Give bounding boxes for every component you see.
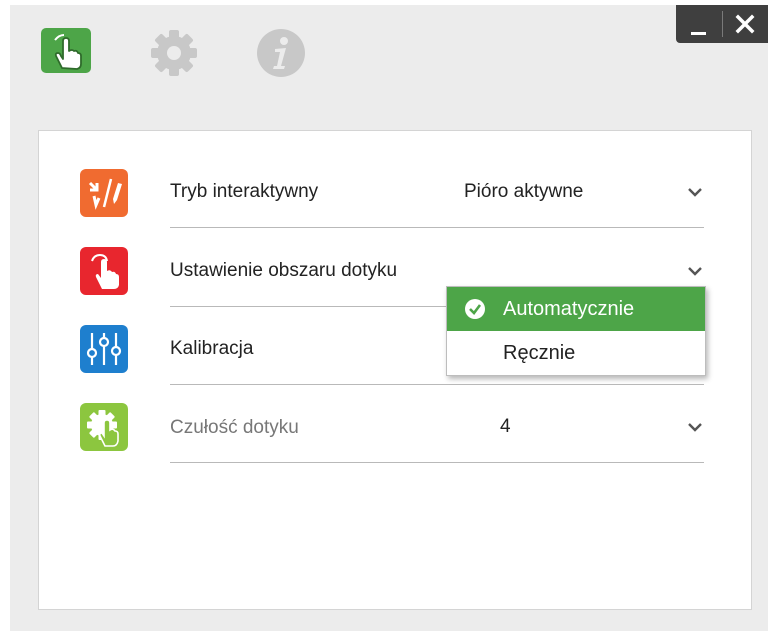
minimize-icon — [691, 32, 706, 35]
setting-value[interactable]: 4 — [500, 416, 511, 438]
setting-label: Ustawienie obszaru dotyku — [170, 260, 398, 281]
setting-label: Czułość dotyku — [170, 417, 299, 438]
check-circle-icon — [465, 299, 485, 319]
close-icon — [735, 14, 755, 34]
dropdown-option-automatic[interactable]: Automatycznie — [447, 287, 705, 331]
hand-touch-icon — [41, 28, 91, 73]
setting-label: Tryb interaktywny — [170, 181, 319, 202]
close-button[interactable] — [723, 5, 768, 43]
setting-label: Kalibracja — [170, 338, 254, 359]
gear-icon — [151, 30, 197, 76]
sliders-icon — [80, 325, 128, 373]
info-icon — [257, 29, 305, 77]
touch-area-dropdown: Automatycznie Ręcznie — [446, 286, 706, 376]
info-tab[interactable] — [256, 28, 306, 78]
dropdown-option-manual[interactable]: Ręcznie — [447, 331, 705, 375]
minimize-button[interactable] — [676, 5, 722, 43]
gear-touch-icon — [80, 403, 128, 451]
app-window: Tryb interaktywny Pióro aktywne Ustawien… — [10, 5, 768, 631]
chevron-down-icon[interactable] — [687, 421, 703, 433]
settings-tab[interactable] — [149, 28, 199, 78]
pen-touch-icon — [80, 169, 128, 217]
divider — [170, 462, 704, 463]
divider — [170, 227, 704, 228]
dropdown-option-label: Automatycznie — [503, 298, 635, 320]
dropdown-option-label: Ręcznie — [503, 342, 576, 364]
setting-row-interactive-mode[interactable]: Tryb interaktywny Pióro aktywne — [39, 151, 751, 229]
touch-area-icon — [80, 247, 128, 295]
touch-tab[interactable] — [41, 28, 91, 78]
setting-value[interactable]: Pióro aktywne — [464, 181, 583, 203]
chevron-down-icon[interactable] — [687, 265, 703, 277]
window-controls — [676, 5, 768, 43]
setting-row-touch-sensitivity[interactable]: Czułość dotyku 4 — [39, 385, 751, 463]
chevron-down-icon[interactable] — [687, 186, 703, 198]
